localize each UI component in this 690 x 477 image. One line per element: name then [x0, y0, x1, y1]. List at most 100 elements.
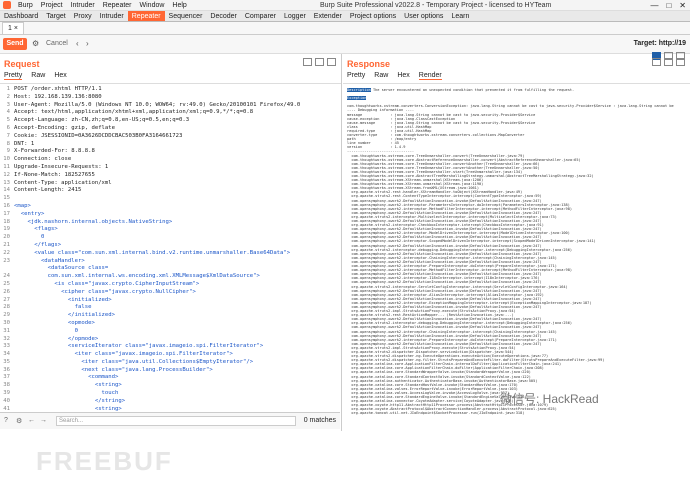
- menu-icon[interactable]: [676, 58, 685, 66]
- request-line: 32 </opmode>: [0, 336, 340, 344]
- tab-decoder[interactable]: Decoder: [206, 11, 240, 21]
- response-tab-pretty[interactable]: Pretty: [347, 72, 365, 80]
- forward-arrow-icon[interactable]: ›: [86, 38, 89, 50]
- newline-icon[interactable]: [315, 58, 324, 66]
- line-number: 30: [3, 319, 10, 326]
- line-number: 28: [3, 304, 10, 311]
- line-text: X-Forwarded-For: 8.8.8.8: [14, 148, 95, 155]
- menu-help[interactable]: Help: [168, 0, 190, 11]
- request-tab-hex[interactable]: Hex: [54, 72, 66, 80]
- tab-logger[interactable]: Logger: [280, 11, 310, 21]
- tab-project-options[interactable]: Project options: [346, 11, 400, 21]
- request-line: 27 <initialized>: [0, 297, 340, 305]
- line-number: 7: [6, 132, 10, 139]
- gear-icon[interactable]: ⚙: [32, 38, 39, 50]
- newline-icon[interactable]: [664, 58, 673, 66]
- tab-learn[interactable]: Learn: [447, 11, 473, 21]
- pretty-print-icon[interactable]: [303, 58, 312, 66]
- line-text: Content-Length: 2415: [14, 187, 82, 194]
- tab-target[interactable]: Target: [42, 11, 69, 21]
- freebuf-watermark: FREEBUF: [36, 446, 173, 476]
- settings-icon[interactable]: ⚙: [16, 417, 22, 425]
- line-number: 27: [3, 296, 10, 303]
- maximize-icon[interactable]: □: [666, 0, 671, 11]
- tab-extender[interactable]: Extender: [310, 11, 346, 21]
- response-tab-render[interactable]: Render: [418, 72, 442, 80]
- send-button[interactable]: Send: [3, 38, 27, 50]
- line-number: 26: [3, 288, 10, 295]
- line-text: Cookie: JSESSIONID=0A3626DCDDCBAC503B0FA…: [14, 132, 183, 139]
- line-text: Accept: text/html,application/xhtml+xml,…: [14, 109, 254, 116]
- line-number: 29: [3, 312, 10, 319]
- response-tab-hex[interactable]: Hex: [397, 72, 409, 80]
- response-pane: Response Pretty Raw Hex Render Descripti…: [343, 52, 690, 431]
- tab-user-options[interactable]: User options: [400, 11, 447, 21]
- request-line: 7 Cookie: JSESSIONID=0A3626DCDDCBAC503B0F…: [0, 133, 340, 141]
- line-text: <next class="java.lang.ProcessBuilder">: [14, 366, 213, 373]
- line-text: Accept-Encoding: gzip, deflate: [14, 124, 116, 131]
- next-match-icon[interactable]: →: [40, 417, 47, 424]
- line-text: <map>: [14, 202, 31, 209]
- menu-intruder[interactable]: Intruder: [67, 0, 99, 11]
- request-line: 8 DNT: 1: [0, 141, 340, 149]
- menu-icon[interactable]: [327, 58, 336, 66]
- request-tab-raw[interactable]: Raw: [31, 72, 45, 80]
- request-line: 33 <serviceIterator class="javax.imageio…: [0, 343, 340, 351]
- request-line: 36 <next class="java.lang.ProcessBuilder…: [0, 367, 340, 375]
- line-number: 6: [6, 124, 10, 131]
- tab-comparer[interactable]: Comparer: [241, 11, 280, 21]
- minimize-icon[interactable]: —: [650, 0, 658, 11]
- menu-repeater[interactable]: Repeater: [99, 0, 136, 11]
- line-text: <iter class="java.util.Collections$Empty…: [14, 358, 254, 365]
- request-tab-pretty[interactable]: Pretty: [4, 72, 23, 80]
- line-text: <initialized>: [14, 296, 112, 303]
- description-heading: Description: [347, 88, 371, 92]
- line-number: 33: [3, 343, 10, 350]
- request-line: 35 <iter class="java.util.Collections$Em…: [0, 359, 340, 367]
- request-line: 12 If-None-Match: 182527655: [0, 172, 340, 180]
- pretty-print-icon[interactable]: [652, 58, 661, 66]
- tab-dashboard[interactable]: Dashboard: [0, 11, 42, 21]
- window-title: Burp Suite Professional v2022.8 - Tempor…: [320, 2, 552, 9]
- line-text: User-Agent: Mozilla/5.0 (Windows NT 10.0…: [14, 101, 301, 108]
- burp-logo-icon: [3, 1, 11, 9]
- menu-window[interactable]: Window: [136, 0, 169, 11]
- stack-trace-line: org.apache.tomcat.util.net.JIoEndpoint$S…: [347, 411, 525, 416]
- response-tab-raw[interactable]: Raw: [374, 72, 388, 80]
- match-count: 0 matches: [303, 417, 336, 424]
- line-number: 22: [3, 249, 10, 256]
- request-line: 23 <dataHandler>: [0, 258, 340, 266]
- line-text: <is class="javax.crypto.CipherInputStrea…: [14, 280, 200, 287]
- line-text: 0: [14, 234, 45, 241]
- line-number: 11: [3, 163, 10, 170]
- repeater-tabs: 1 ×: [0, 22, 690, 35]
- line-number: [0, 265, 14, 273]
- request-line: 37 <command>: [0, 374, 340, 382]
- response-render[interactable]: Description The server encountered an un…: [347, 88, 687, 428]
- search-input[interactable]: Search...: [56, 416, 296, 426]
- tab-proxy[interactable]: Proxy: [70, 11, 96, 21]
- tab-sequencer[interactable]: Sequencer: [165, 11, 207, 21]
- repeater-tab-1[interactable]: 1 ×: [2, 22, 24, 34]
- line-text: touch: [14, 390, 119, 397]
- tab-repeater[interactable]: Repeater: [127, 11, 165, 21]
- line-number: 21: [3, 241, 10, 248]
- tab-intruder[interactable]: Intruder: [96, 11, 128, 21]
- request-line: 3 User-Agent: Mozilla/5.0 (Windows NT 10.…: [0, 102, 340, 110]
- help-icon[interactable]: ?: [4, 417, 8, 424]
- description-text: The server encountered an unexpected con…: [370, 88, 575, 92]
- target-label[interactable]: Target: http://19: [634, 38, 686, 50]
- request-line: 21 </flags>: [0, 242, 340, 250]
- prev-match-icon[interactable]: ←: [28, 417, 35, 424]
- menu-project[interactable]: Project: [37, 0, 67, 11]
- menu-burp[interactable]: Burp: [14, 0, 37, 11]
- wechat-watermark: 微信号: HackRead: [500, 392, 599, 406]
- cancel-button[interactable]: Cancel: [46, 38, 68, 50]
- line-number: 10: [3, 156, 10, 163]
- request-editor[interactable]: 1 POST /order.xhtml HTTP/1.1 2 Host: 192.16…: [0, 86, 340, 412]
- close-icon[interactable]: ✕: [679, 0, 686, 11]
- request-line: 4 Accept: text/html,application/xhtml+xml…: [0, 109, 340, 117]
- request-line: 14 Content-Length: 2415: [0, 187, 340, 195]
- back-arrow-icon[interactable]: ‹: [76, 38, 79, 50]
- line-text: false: [14, 304, 92, 311]
